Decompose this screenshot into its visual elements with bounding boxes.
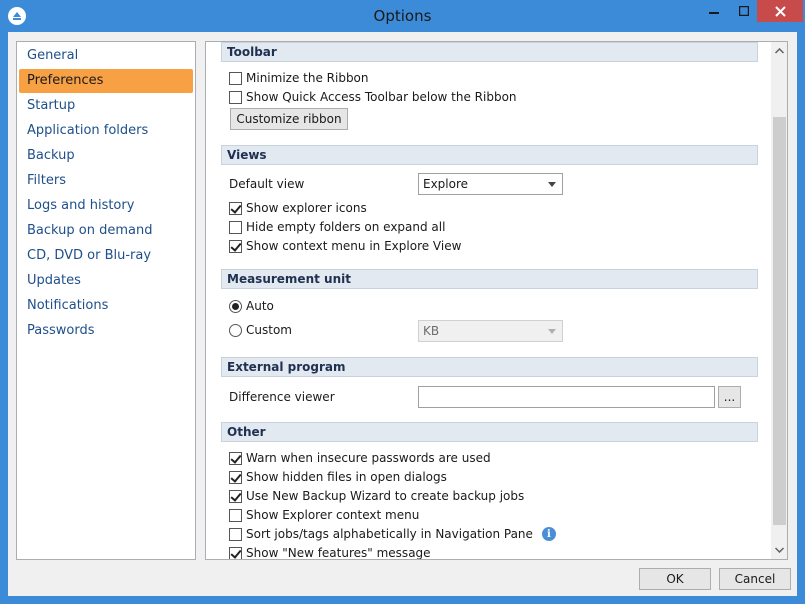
diff-viewer-label: Difference viewer (229, 390, 335, 404)
auto-unit-option[interactable]: Auto (229, 297, 274, 315)
auto-unit-label: Auto (246, 299, 274, 313)
options-sidebar: General Preferences Startup Application … (16, 41, 196, 560)
measurement-section-header: Measurement unit (221, 269, 758, 289)
show-context-menu-label: Show context menu in Explore View (246, 239, 462, 253)
sidebar-item-notifications[interactable]: Notifications (19, 294, 193, 318)
info-icon[interactable]: i (541, 527, 556, 541)
quick-access-below-option[interactable]: Show Quick Access Toolbar below the Ribb… (229, 88, 517, 106)
new-features-label: Show "New features" message (246, 546, 431, 560)
show-context-menu-checkbox[interactable] (229, 239, 242, 253)
quick-access-below-checkbox[interactable] (229, 90, 242, 104)
new-features-option[interactable]: Show "New features" message (229, 544, 431, 560)
warn-insecure-checkbox[interactable] (229, 451, 242, 465)
views-section-header: Views (221, 145, 758, 165)
hide-empty-folders-checkbox[interactable] (229, 220, 242, 234)
scroll-thumb[interactable] (773, 117, 786, 525)
toolbar-section-header: Toolbar (221, 42, 758, 62)
hide-empty-folders-label: Hide empty folders on expand all (246, 220, 446, 234)
show-explorer-icons-label: Show explorer icons (246, 201, 367, 215)
preferences-panel: Toolbar Minimize the Ribbon Show Quick A… (205, 41, 788, 560)
browse-button[interactable]: ... (718, 386, 741, 408)
custom-unit-label: Custom (246, 323, 292, 337)
default-view-value: Explore (423, 177, 469, 191)
show-context-menu-option[interactable]: Show context menu in Explore View (229, 237, 461, 255)
options-window: Options General Preferences Startup Appl… (0, 0, 805, 604)
show-explorer-icons-checkbox[interactable] (229, 201, 242, 215)
minimize-icon (709, 12, 719, 14)
cancel-button[interactable]: Cancel (719, 568, 791, 590)
sidebar-item-startup[interactable]: Startup (19, 94, 193, 118)
chevron-down-icon (548, 182, 556, 187)
other-section-header: Other (221, 422, 758, 442)
ok-button[interactable]: OK (639, 568, 711, 590)
chevron-up-icon (775, 47, 784, 54)
sidebar-item-filters[interactable]: Filters (19, 169, 193, 193)
minimize-button[interactable] (697, 0, 731, 22)
sidebar-item-passwords[interactable]: Passwords (19, 319, 193, 343)
chevron-down-icon (775, 546, 784, 553)
vertical-scrollbar[interactable] (771, 42, 787, 559)
warn-insecure-label: Warn when insecure passwords are used (246, 451, 491, 465)
sidebar-item-backup-on-demand[interactable]: Backup on demand (19, 219, 193, 243)
window-title: Options (373, 7, 432, 25)
close-button[interactable] (757, 0, 803, 22)
scroll-down-arrow[interactable] (771, 541, 787, 558)
sidebar-item-updates[interactable]: Updates (19, 269, 193, 293)
hide-empty-folders-option[interactable]: Hide empty folders on expand all (229, 218, 445, 236)
quick-access-below-label: Show Quick Access Toolbar below the Ribb… (246, 90, 517, 104)
close-icon (774, 5, 786, 17)
minimize-ribbon-option[interactable]: Minimize the Ribbon (229, 69, 369, 87)
unit-select: KB (418, 320, 563, 342)
show-hidden-option[interactable]: Show hidden files in open dialogs (229, 468, 447, 486)
custom-unit-option[interactable]: Custom (229, 321, 292, 339)
sidebar-item-cd-dvd-bluray[interactable]: CD, DVD or Blu-ray (19, 244, 193, 268)
explorer-context-checkbox[interactable] (229, 508, 242, 522)
auto-unit-radio[interactable] (229, 299, 242, 313)
sidebar-item-application-folders[interactable]: Application folders (19, 119, 193, 143)
show-hidden-checkbox[interactable] (229, 470, 242, 484)
customize-ribbon-button[interactable]: Customize ribbon (230, 108, 348, 130)
new-features-checkbox[interactable] (229, 546, 242, 559)
default-view-row: Default view (229, 175, 304, 193)
default-view-select[interactable]: Explore (418, 173, 563, 195)
sort-alpha-checkbox[interactable] (229, 527, 242, 541)
use-wizard-option[interactable]: Use New Backup Wizard to create backup j… (229, 487, 524, 505)
sort-alpha-label: Sort jobs/tags alphabetically in Navigat… (246, 527, 533, 541)
unit-value: KB (423, 324, 440, 338)
warn-insecure-option[interactable]: Warn when insecure passwords are used (229, 449, 491, 467)
explorer-context-option[interactable]: Show Explorer context menu (229, 506, 419, 524)
custom-unit-radio[interactable] (229, 323, 242, 337)
scroll-up-arrow[interactable] (771, 42, 787, 59)
show-hidden-label: Show hidden files in open dialogs (246, 470, 447, 484)
sidebar-item-logs-and-history[interactable]: Logs and history (19, 194, 193, 218)
minimize-ribbon-checkbox[interactable] (229, 71, 242, 85)
maximize-button[interactable] (731, 0, 757, 22)
use-wizard-checkbox[interactable] (229, 489, 242, 503)
explorer-context-label: Show Explorer context menu (246, 508, 420, 522)
title-bar[interactable]: Options (0, 0, 805, 32)
chevron-down-icon (548, 329, 556, 334)
sidebar-item-general[interactable]: General (19, 44, 193, 68)
minimize-ribbon-label: Minimize the Ribbon (246, 71, 369, 85)
diff-viewer-row: Difference viewer (229, 388, 335, 406)
external-section-header: External program (221, 357, 758, 377)
maximize-icon (739, 6, 749, 16)
default-view-label: Default view (229, 177, 305, 191)
use-wizard-label: Use New Backup Wizard to create backup j… (246, 489, 525, 503)
diff-viewer-input[interactable] (418, 386, 715, 408)
sidebar-item-preferences[interactable]: Preferences (19, 69, 193, 93)
sidebar-item-backup[interactable]: Backup (19, 144, 193, 168)
show-explorer-icons-option[interactable]: Show explorer icons (229, 199, 367, 217)
sort-alpha-option[interactable]: Sort jobs/tags alphabetically in Navigat… (229, 525, 556, 543)
dialog-client: General Preferences Startup Application … (8, 32, 797, 596)
